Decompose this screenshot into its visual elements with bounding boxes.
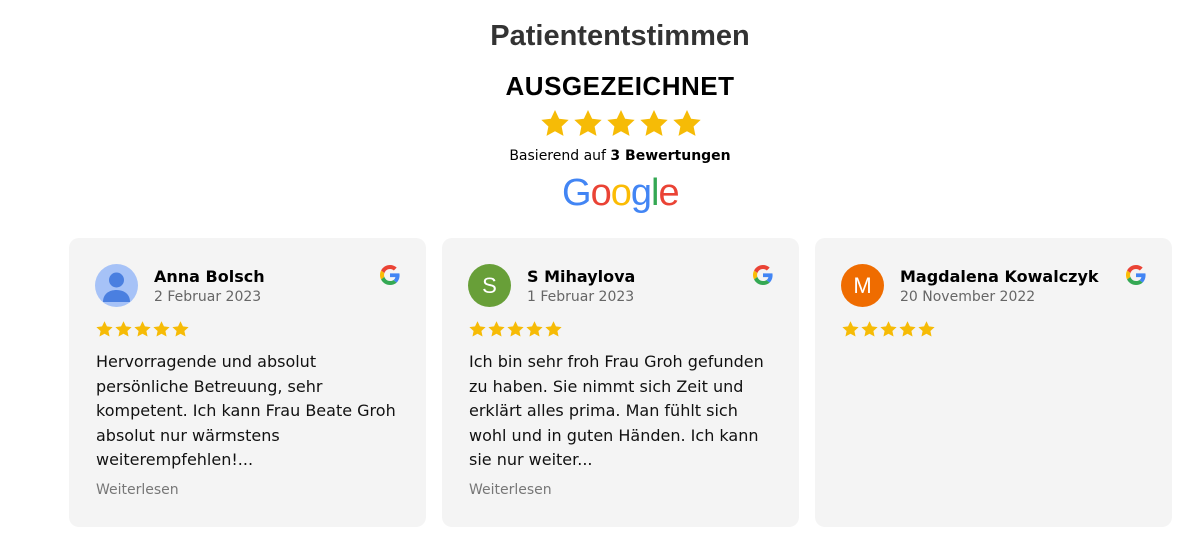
review-stars — [841, 320, 936, 339]
star-icon — [861, 321, 878, 337]
google-g-icon[interactable] — [1126, 265, 1146, 285]
google-logo-letter: G — [562, 172, 592, 214]
page-title: Patiententstimmen — [490, 20, 750, 52]
star-icon — [541, 110, 569, 136]
google-logo[interactable]: Google — [562, 172, 680, 214]
read-more-link[interactable]: Weiterlesen — [469, 482, 552, 498]
star-icon — [488, 321, 505, 337]
review-count-text: Basierend auf 3 Bewertungen — [0, 148, 1190, 164]
star-icon — [526, 321, 543, 337]
read-more-link[interactable]: Weiterlesen — [96, 482, 179, 498]
star-icon — [918, 321, 935, 337]
google-logo-letter: e — [658, 172, 679, 214]
reviewer-avatar: S — [468, 264, 511, 307]
reviewer-avatar: M — [841, 264, 884, 307]
star-icon — [607, 110, 635, 136]
overall-rating-label: AUSGEZEICHNET — [505, 71, 735, 101]
avatar-initial: S — [482, 272, 497, 298]
basis-count: 3 Bewertungen — [610, 148, 731, 164]
review-stars — [95, 320, 190, 339]
reviewer-name[interactable]: S Mihaylova — [527, 267, 635, 286]
reviewer-name[interactable]: Magdalena Kowalczyk — [900, 267, 1099, 286]
star-icon — [880, 321, 897, 337]
basis-prefix: Basierend auf — [509, 148, 611, 164]
review-stars — [468, 320, 563, 339]
overall-stars — [539, 108, 703, 140]
google-g-icon[interactable] — [753, 265, 773, 285]
review-date: 20 November 2022 — [900, 289, 1036, 305]
star-icon — [469, 321, 486, 337]
review-date: 2 Februar 2023 — [154, 289, 262, 305]
review-text: Hervorragende und absolut persönliche Be… — [96, 352, 396, 469]
google-logo-letter: o — [610, 172, 632, 214]
star-icon — [153, 321, 170, 337]
avatar-initial: M — [853, 272, 872, 298]
review-card: Anna Bolsch 2 Februar 2023 Hervorragende… — [69, 238, 426, 527]
review-date: 1 Februar 2023 — [527, 289, 635, 305]
google-logo-letter: o — [590, 172, 612, 214]
star-icon — [842, 321, 859, 337]
google-g-icon[interactable] — [380, 265, 400, 285]
google-logo-letter: g — [630, 172, 652, 214]
star-icon — [507, 321, 524, 337]
star-icon — [172, 321, 189, 337]
person-icon — [95, 264, 138, 307]
review-card: M Magdalena Kowalczyk 20 November 2022 — [815, 238, 1172, 527]
star-icon — [134, 321, 151, 337]
review-text: Ich bin sehr froh Frau Groh gefunden zu … — [469, 352, 764, 469]
star-icon — [574, 110, 602, 136]
star-icon — [96, 321, 113, 337]
reviewer-name[interactable]: Anna Bolsch — [154, 267, 265, 286]
star-icon — [545, 321, 562, 337]
star-icon — [640, 110, 668, 136]
star-icon — [899, 321, 916, 337]
review-card: S S Mihaylova 1 Februar 2023 Ich bin seh… — [442, 238, 799, 527]
star-icon — [673, 110, 701, 136]
star-icon — [115, 321, 132, 337]
